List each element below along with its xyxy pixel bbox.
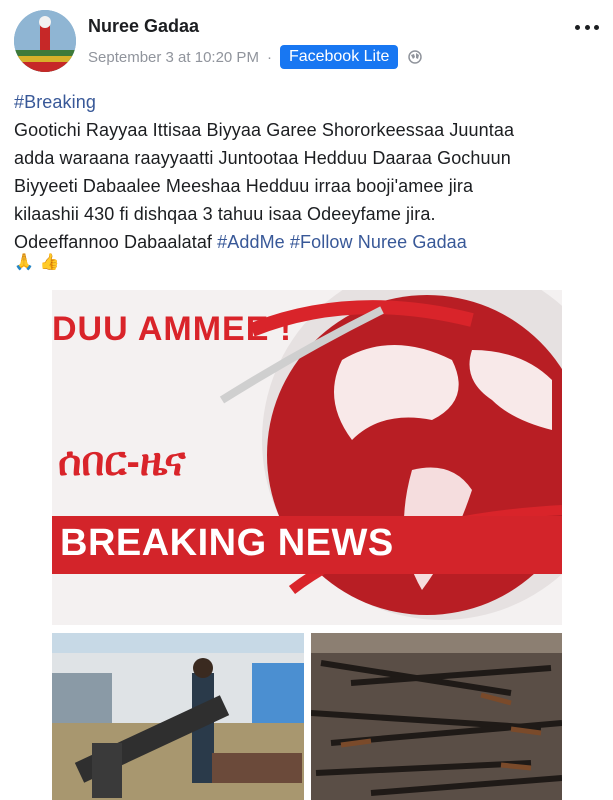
globe-icon	[408, 50, 423, 64]
rifles-pile-image-icon	[311, 633, 562, 800]
hashtag-addme[interactable]: #AddMe	[217, 232, 285, 252]
breaking-news-image[interactable]: DUU AMMEE ! ሰበር-ዜና BREAKING NEWS	[52, 290, 562, 625]
soldier-with-gun-image-icon	[52, 633, 304, 800]
hashtag-breaking[interactable]: #Breaking	[14, 92, 96, 112]
post-meta: September 3 at 10:20 PM · Facebook Lite	[88, 44, 423, 70]
text-line: adda waraana raayyaatti Juntootaa Hedduu…	[14, 148, 511, 168]
avatar[interactable]	[14, 10, 76, 72]
emoji-row: 🙏 👍	[14, 252, 60, 278]
hashtag-follow[interactable]: #Follow Nuree Gadaa	[290, 232, 467, 252]
app-badge[interactable]: Facebook Lite	[279, 45, 399, 69]
more-options-icon[interactable]	[575, 22, 599, 32]
timestamp[interactable]: September 3 at 10:20 PM	[88, 49, 259, 66]
text-line: Gootichi Rayyaa Ittisaa Biyyaa Garee Sho…	[14, 120, 515, 140]
text-prefix: Odeeffannoo Dabaalataf	[14, 232, 218, 252]
breaking-news-text: BREAKING NEWS	[60, 522, 394, 564]
text-line-last: Odeeffannoo Dabaalataf #AddMe #Follow Nu…	[14, 228, 599, 256]
breaking-amharic-text: ሰበር-ዜና	[58, 440, 186, 484]
author-name[interactable]: Nuree Gadaa	[88, 16, 199, 37]
thumbs-up-emoji: 👍	[39, 254, 60, 271]
text-line: kilaashii 430 fi dishqaa 3 tahuu isaa Od…	[14, 204, 436, 224]
breaking-top-text: DUU AMMEE !	[52, 310, 293, 348]
separator-dot: ·	[266, 48, 272, 66]
post-header: Nuree Gadaa September 3 at 10:20 PM · Fa…	[0, 0, 613, 80]
pray-emoji: 🙏	[14, 254, 34, 271]
post-text: #Breaking Gootichi Rayyaa Ittisaa Biyyaa…	[14, 88, 599, 256]
weapons-photo-left[interactable]	[52, 633, 304, 800]
text-line: Biyyeeti Dabaalee Meeshaa Hedduu irraa b…	[14, 176, 474, 196]
weapons-photo-right[interactable]	[311, 633, 562, 800]
